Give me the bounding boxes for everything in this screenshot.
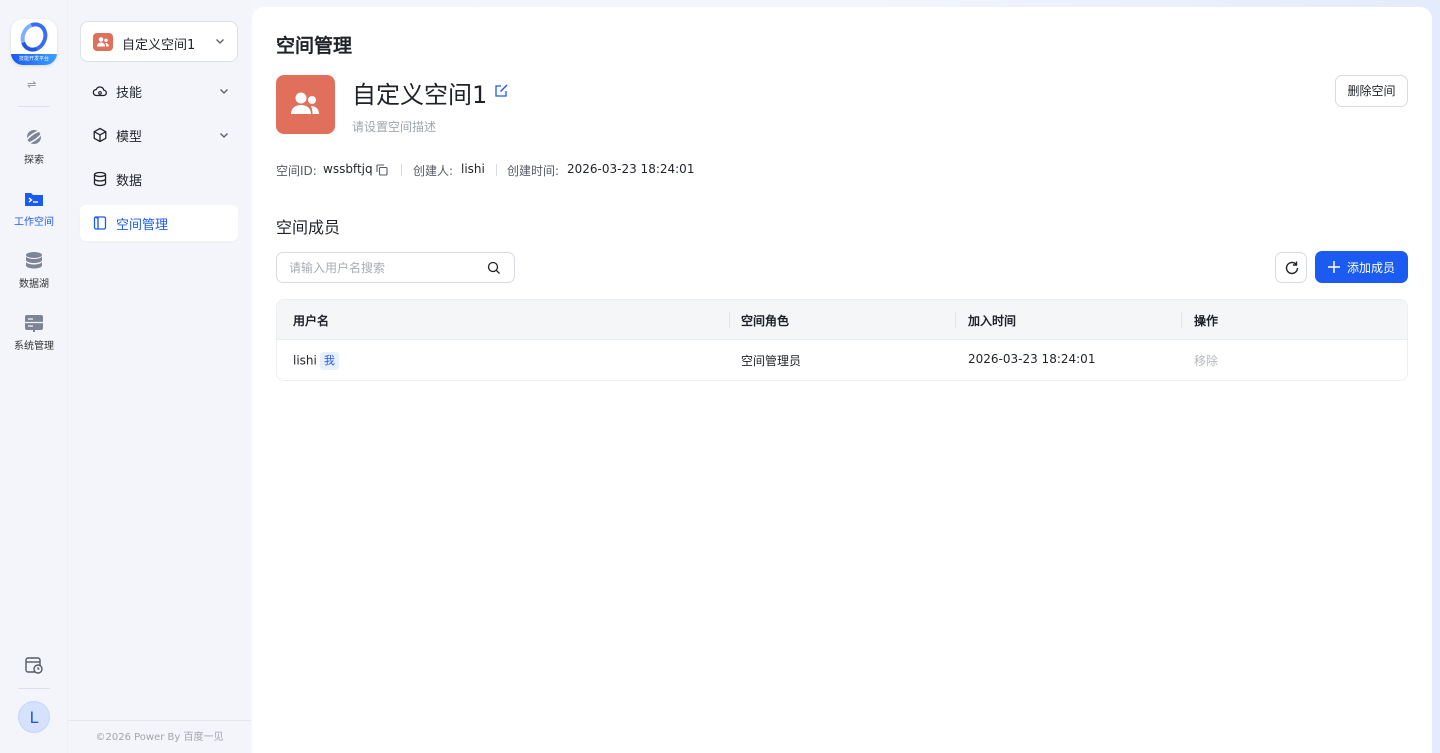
member-search	[276, 252, 515, 283]
column-divider	[1181, 312, 1182, 328]
creator-value: lishi	[461, 162, 485, 176]
add-member-label: 添加成员	[1347, 261, 1396, 275]
cell-role: 空间管理员	[741, 354, 802, 368]
space-sidebar: 自定义空间1 技能 模型 数据 空间管理 ©2026 Power By 百度一见	[68, 0, 251, 753]
cell-username: lishi 我	[293, 352, 339, 370]
meta-divider	[401, 164, 402, 176]
skill-cloud-icon	[92, 86, 107, 97]
rail-item-explore[interactable]: 探索	[0, 127, 68, 166]
sidebar-item-label: 空间管理	[116, 218, 169, 233]
remove-member-link[interactable]: 移除	[1194, 352, 1218, 369]
users-icon	[291, 92, 319, 114]
rail-item-datalake[interactable]: 数据湖	[0, 251, 68, 290]
space-selector[interactable]: 自定义空间1	[80, 21, 238, 62]
created-time-value: 2026-03-23 18:24:01	[567, 162, 695, 176]
rail-divider	[18, 106, 50, 107]
sidebar-item-label: 技能	[116, 86, 143, 101]
sidebar-item-space-management[interactable]: 空间管理	[80, 205, 238, 241]
space-id-label: 空间ID:	[276, 164, 317, 178]
database-icon	[93, 171, 107, 187]
space-id-value: wssbftjq	[323, 162, 373, 176]
copy-icon[interactable]	[376, 164, 388, 176]
rail-item-label: 探索	[24, 155, 44, 166]
search-icon[interactable]	[487, 261, 501, 275]
footer-copyright: ©2026 Power By 百度一见	[68, 720, 251, 753]
refresh-icon	[1285, 261, 1299, 275]
add-member-button[interactable]: 添加成员	[1315, 251, 1408, 283]
terminal-folder-icon	[25, 193, 43, 206]
rail-divider	[18, 688, 50, 689]
me-badge: 我	[319, 352, 339, 370]
main-panel: 空间管理 自定义空间1 请设置空间描述 删除空间 空间ID: wssbftjq …	[252, 7, 1432, 753]
sidebar-item-models[interactable]: 模型	[80, 117, 238, 153]
column-header-role: 空间角色	[741, 314, 790, 328]
space-avatar	[276, 75, 335, 134]
page-title: 空间管理	[276, 35, 353, 57]
user-avatar[interactable]: L	[18, 701, 50, 733]
cell-joined-time: 2026-03-23 18:24:01	[968, 352, 1096, 366]
member-search-input[interactable]	[289, 259, 479, 277]
chevron-down-icon	[220, 89, 228, 94]
delete-space-button[interactable]: 删除空间	[1335, 75, 1408, 107]
sidebar-item-label: 模型	[116, 130, 143, 145]
chevron-down-icon	[220, 133, 228, 138]
switch-icon[interactable]: ⇌	[27, 78, 36, 91]
database-icon	[26, 252, 42, 269]
members-section-title: 空间成员	[276, 218, 341, 237]
column-header-username: 用户名	[293, 314, 330, 328]
rail-item-label: 工作空间	[14, 217, 54, 228]
meta-divider	[496, 164, 497, 176]
username-text: lishi	[293, 353, 317, 368]
column-header-action: 操作	[1194, 314, 1219, 328]
sidebar-item-data[interactable]: 数据	[80, 161, 238, 197]
sidebar-item-skills[interactable]: 技能	[80, 73, 238, 109]
creator-label: 创建人:	[413, 164, 454, 178]
table-header: 用户名 空间角色 加入时间 操作	[277, 300, 1407, 340]
cube-icon	[93, 127, 107, 143]
space-selector-label: 自定义空间1	[122, 38, 196, 53]
rail-item-workspace[interactable]: 工作空间	[0, 189, 68, 228]
space-description[interactable]: 请设置空间描述	[352, 118, 436, 135]
sidebar-item-label: 数据	[116, 174, 143, 189]
rail-item-label: 数据湖	[19, 279, 49, 290]
app-logo[interactable]: 技能开发平台	[11, 19, 57, 65]
members-table: 用户名 空间角色 加入时间 操作 lishi 我 空间管理员 2026-03-23…	[276, 299, 1408, 381]
column-divider	[729, 312, 730, 328]
column-divider	[955, 312, 956, 328]
logo-ring-icon	[15, 19, 53, 57]
table-row: lishi 我 空间管理员 2026-03-23 18:24:01 移除	[277, 340, 1407, 380]
edit-icon[interactable]	[494, 83, 509, 98]
icon-rail: 技能开发平台 ⇌ 探索 工作空间 数据湖 系统管理 L	[0, 0, 68, 753]
space-name: 自定义空间1	[352, 81, 488, 109]
space-book-icon	[93, 216, 107, 230]
planet-icon	[24, 129, 44, 145]
space-users-icon	[93, 33, 113, 51]
refresh-button[interactable]	[1275, 252, 1307, 283]
logo-caption: 技能开发平台	[11, 54, 57, 65]
rail-item-system[interactable]: 系统管理	[0, 313, 68, 352]
server-icon	[25, 315, 43, 332]
column-header-joined: 加入时间	[968, 314, 1017, 328]
calendar-clock-icon[interactable]	[24, 655, 44, 675]
created-time-label: 创建时间:	[507, 164, 560, 178]
rail-item-label: 系统管理	[14, 341, 54, 352]
chevron-down-icon	[216, 39, 224, 44]
plus-icon	[1328, 261, 1340, 273]
